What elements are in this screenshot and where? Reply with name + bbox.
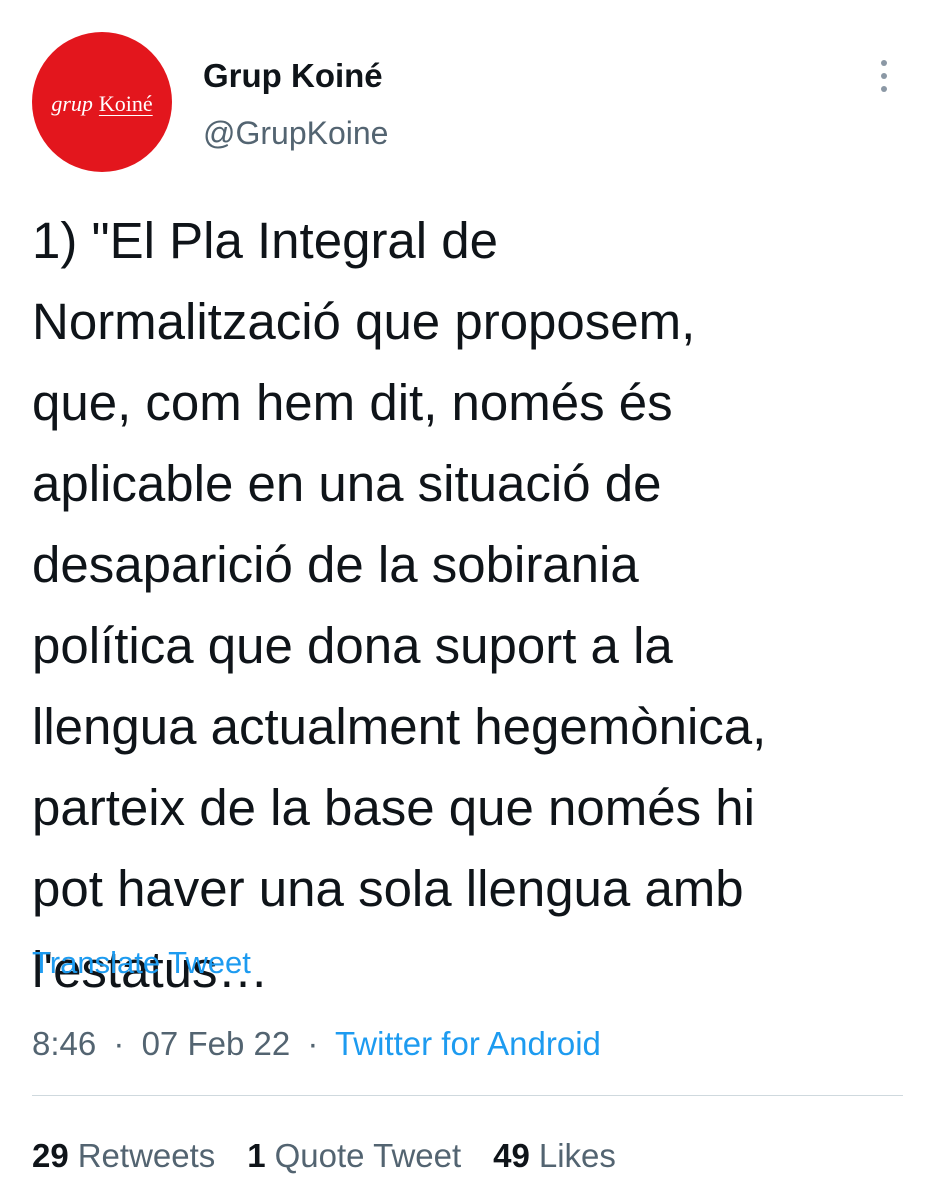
quote-tweets-label: Quote Tweet (274, 1137, 462, 1174)
tweet-time: 8:46 (32, 1025, 97, 1062)
likes-count: 49 (493, 1137, 530, 1174)
quote-tweets-count: 1 (247, 1137, 266, 1174)
likes-label: Likes (538, 1137, 616, 1174)
likes-stat[interactable]: 49 Likes (493, 1136, 616, 1176)
meta-separator: · (113, 1025, 125, 1062)
tweet-text: 1) "El Pla Integral de Normalització que… (32, 212, 767, 998)
retweets-count: 29 (32, 1137, 69, 1174)
tweet-source-link[interactable]: Twitter for Android (335, 1025, 601, 1062)
more-vertical-icon[interactable] (872, 58, 896, 94)
quote-tweets-stat[interactable]: 1 Quote Tweet (247, 1136, 461, 1176)
translate-tweet-link[interactable]: Translate Tweet (32, 944, 251, 982)
tweet-date: 07 Feb 22 (141, 1025, 291, 1062)
divider (32, 1095, 903, 1096)
logo-koine-text: Koiné (98, 91, 153, 116)
logo-grup-text: grup (51, 91, 93, 116)
retweets-label: Retweets (77, 1137, 216, 1174)
author-name[interactable]: Grup Koiné (203, 56, 383, 96)
tweet-stats: 29 Retweets 1 Quote Tweet 49 Likes (32, 1136, 616, 1176)
avatar[interactable]: grup Koiné (32, 32, 172, 172)
author-handle[interactable]: @GrupKoine (203, 113, 388, 153)
tweet: grup Koiné Grup Koiné @GrupKoine 1) "El … (0, 0, 935, 1200)
retweets-stat[interactable]: 29 Retweets (32, 1136, 215, 1176)
meta-separator: · (307, 1025, 319, 1062)
tweet-metadata: 8:46 · 07 Feb 22 · Twitter for Android (32, 1024, 601, 1064)
avatar-logo: grup Koiné (51, 91, 152, 117)
